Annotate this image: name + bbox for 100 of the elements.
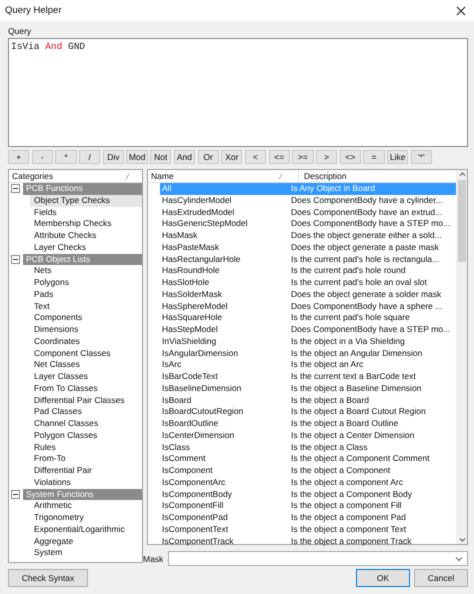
ok-button[interactable]: OK: [356, 569, 410, 587]
function-name[interactable]: IsComponentArc: [160, 476, 228, 488]
function-name[interactable]: IsBaselineDimension: [160, 382, 244, 394]
operator-button[interactable]: =: [363, 150, 385, 164]
category-item[interactable]: Pads: [30, 288, 142, 300]
function-name[interactable]: IsClass: [160, 442, 193, 454]
function-name[interactable]: InViaShielding: [160, 336, 220, 348]
operator-button[interactable]: >=: [292, 150, 314, 164]
category-item[interactable]: Component Classes: [30, 348, 142, 360]
function-description: Is the object a Baseline Dimension: [290, 382, 422, 394]
function-name[interactable]: HasSlotHole: [160, 277, 212, 289]
function-name[interactable]: HasCylinderModel: [160, 194, 234, 206]
category-item[interactable]: Pad Classes: [30, 406, 142, 418]
category-item[interactable]: Trigonometry: [30, 512, 142, 524]
function-name[interactable]: IsBoard: [160, 394, 194, 406]
column-header[interactable]: Categories: [12, 171, 54, 181]
operator-button[interactable]: -: [32, 150, 53, 164]
function-name[interactable]: IsComponent: [160, 465, 216, 477]
function-description: Is the object a Center Dimension: [290, 430, 416, 442]
function-name[interactable]: HasRectangularHole: [160, 254, 244, 266]
function-name[interactable]: HasSolderMask: [160, 288, 225, 300]
operator-button[interactable]: Or: [198, 150, 219, 164]
function-name[interactable]: HasSphereModel: [160, 300, 231, 312]
operator-button[interactable]: >: [316, 150, 338, 164]
function-name[interactable]: IsComponentPad: [160, 512, 231, 524]
collapse-icon[interactable]: [11, 490, 20, 499]
category-item[interactable]: Layer Classes: [30, 371, 142, 383]
category-item[interactable]: Arithmetic: [30, 500, 142, 512]
category-item[interactable]: Aggregate: [30, 536, 142, 548]
operator-button[interactable]: +: [8, 150, 30, 164]
category-item[interactable]: Text: [30, 300, 142, 312]
column-header[interactable]: Description: [299, 171, 456, 181]
operator-button[interactable]: Like: [387, 150, 408, 164]
function-name[interactable]: IsCenterDimension: [160, 430, 238, 442]
collapse-icon[interactable]: [11, 184, 20, 194]
category-item[interactable]: Nets: [30, 265, 142, 277]
function-name[interactable]: HasRoundHole: [160, 265, 223, 277]
operator-button[interactable]: <>: [340, 150, 361, 164]
function-name[interactable]: IsArc: [160, 359, 184, 371]
category-item[interactable]: Polygons: [30, 277, 142, 289]
category-item[interactable]: Fields: [30, 206, 142, 218]
function-description: Is the object a component Text: [290, 524, 408, 536]
function-name[interactable]: IsComponentText: [160, 524, 232, 536]
function-name[interactable]: IsComponentTrack: [160, 536, 236, 548]
column-header[interactable]: Name: [151, 171, 174, 181]
check-syntax-button[interactable]: Check Syntax: [8, 569, 88, 587]
category-item[interactable]: Net Classes: [30, 359, 142, 371]
mask-field[interactable]: [168, 551, 468, 566]
operator-button[interactable]: <=: [268, 150, 290, 164]
function-name[interactable]: IsBoardOutline: [160, 418, 222, 430]
category-item[interactable]: Rules: [30, 442, 142, 454]
function-description: Does ComponentBody have a STEP mo...: [290, 324, 452, 336]
category-item[interactable]: Dimensions: [30, 324, 142, 336]
query-label: Query: [8, 26, 32, 38]
function-name[interactable]: IsBoardCutoutRegion: [160, 406, 246, 418]
category-item[interactable]: Object Type Checks: [30, 194, 142, 206]
function-name[interactable]: HasExtrudedModel: [160, 206, 238, 218]
category-item[interactable]: Channel Classes: [30, 418, 142, 430]
scrollbar-thumb[interactable]: [458, 180, 466, 262]
operator-button[interactable]: Xor: [221, 150, 242, 164]
category-item[interactable]: Components: [30, 312, 142, 324]
category-item[interactable]: Coordinates: [30, 336, 142, 348]
scrollbar[interactable]: [456, 170, 467, 544]
operator-button[interactable]: '*': [410, 150, 432, 164]
operator-button[interactable]: Div: [102, 150, 124, 164]
function-name[interactable]: HasMask: [160, 230, 200, 242]
function-description: Is the current pad's hole an oval slot: [290, 277, 428, 289]
function-name[interactable]: IsAngularDimension: [160, 348, 242, 360]
category-item[interactable]: Membership Checks: [30, 218, 142, 230]
window-title: Query Helper: [5, 5, 62, 16]
operator-button[interactable]: *: [55, 150, 77, 164]
category-item[interactable]: Polygon Classes: [30, 430, 142, 442]
operator-button[interactable]: And: [174, 150, 196, 164]
category-item[interactable]: Violations: [30, 476, 142, 488]
collapse-icon[interactable]: [11, 254, 20, 264]
function-name[interactable]: IsComponentFill: [160, 500, 226, 512]
close-icon[interactable]: [456, 6, 466, 16]
function-name[interactable]: IsComment: [160, 453, 208, 465]
operator-button[interactable]: Not: [150, 150, 172, 164]
function-name[interactable]: IsComponentBody: [160, 488, 235, 500]
function-name[interactable]: HasSquareHole: [160, 312, 226, 324]
category-item[interactable]: Exponential/Logarithmic: [30, 524, 142, 536]
operator-button[interactable]: Mod: [126, 150, 148, 164]
category-item[interactable]: From To Classes: [30, 382, 142, 394]
category-item[interactable]: System: [30, 547, 142, 559]
function-description: Is the object a component Arc: [290, 476, 404, 488]
category-item[interactable]: Differential Pair: [30, 465, 142, 477]
category-item[interactable]: From-To: [30, 453, 142, 465]
function-name[interactable]: HasGenericStepModel: [160, 218, 251, 230]
category-item[interactable]: Layer Checks: [30, 242, 142, 254]
function-name[interactable]: HasPasteMask: [160, 242, 222, 254]
category-item[interactable]: Attribute Checks: [30, 230, 142, 242]
query-editor[interactable]: IsVia And GND: [8, 38, 468, 147]
category-item[interactable]: Differential Pair Classes: [30, 394, 142, 406]
function-name[interactable]: IsBarCodeText: [160, 371, 221, 383]
function-name[interactable]: HasStepModel: [160, 324, 221, 336]
function-description: Is the object a component Track: [290, 536, 412, 548]
operator-button[interactable]: /: [79, 150, 100, 164]
cancel-button[interactable]: Cancel: [414, 569, 468, 587]
operator-button[interactable]: <: [244, 150, 266, 164]
